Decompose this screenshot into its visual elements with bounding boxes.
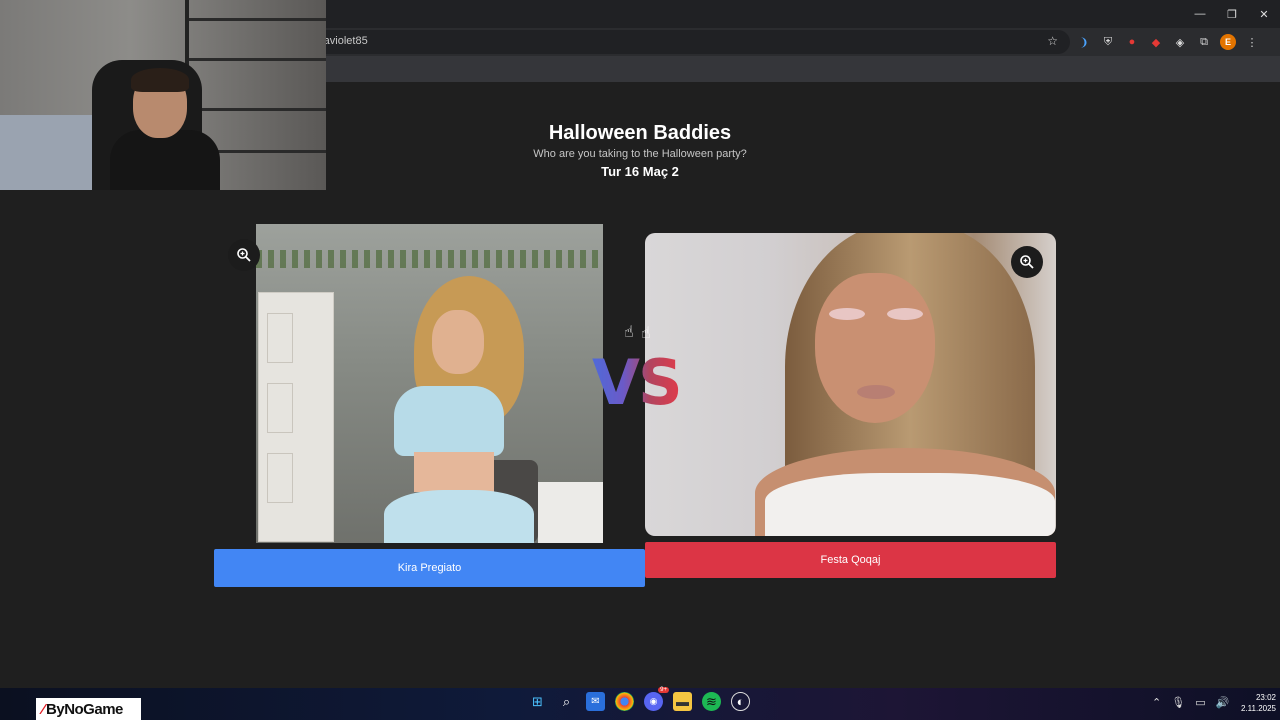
taskbar-clock[interactable]: 23:02 2.11.2025 bbox=[1226, 692, 1276, 714]
discord-icon[interactable]: ◉ 9+ bbox=[644, 687, 669, 711]
display-icon[interactable]: ▭ bbox=[1195, 696, 1205, 709]
zoom-right-button[interactable] bbox=[1011, 246, 1043, 278]
bed-background bbox=[0, 115, 95, 190]
zoom-in-icon bbox=[237, 248, 251, 262]
diamond-extension-icon[interactable]: ◈ bbox=[1172, 34, 1188, 50]
right-contestant-photo[interactable] bbox=[645, 233, 1056, 536]
vs-label: VS bbox=[592, 346, 683, 419]
file-explorer-icon[interactable]: ▬ bbox=[673, 692, 692, 711]
microphone-icon[interactable]: 🎙 bbox=[1171, 696, 1185, 709]
menu-kebab-icon[interactable]: ⋮ bbox=[1244, 34, 1260, 50]
left-contestant-figure bbox=[374, 276, 544, 543]
vote-left-button[interactable]: Kira Pregiato bbox=[214, 549, 645, 587]
tray-expand-icon[interactable]: ⌃ bbox=[1152, 696, 1161, 709]
profile-avatar[interactable]: E bbox=[1220, 34, 1236, 50]
puzzle-extensions-icon[interactable]: ⧉ bbox=[1196, 34, 1212, 50]
system-tray: ⌃ 🎙 ▭ 🔊 bbox=[1152, 696, 1229, 709]
brand-text: ByNoGame bbox=[46, 700, 123, 718]
hand-cursor-icon: ☝ bbox=[624, 324, 634, 341]
dresser-background bbox=[538, 482, 603, 543]
left-contestant-photo[interactable] bbox=[256, 224, 603, 543]
clock-time: 23:02 bbox=[1255, 693, 1276, 702]
clock-date: 2.11.2025 bbox=[1241, 704, 1276, 713]
extension-bar: ❩ ⛨ ● ◆ ◈ ⧉ E ⋮ bbox=[1076, 32, 1260, 52]
outlook-icon[interactable]: ✉ bbox=[586, 692, 605, 711]
shield-extension-icon[interactable]: ⛨ bbox=[1100, 34, 1116, 50]
obs-icon[interactable]: ◐ bbox=[731, 692, 750, 711]
hand-cursor-icon: ☝ bbox=[641, 325, 651, 342]
start-windows-icon[interactable]: ⊞ bbox=[528, 692, 547, 711]
vines-decoration bbox=[256, 250, 603, 268]
webcam-overlay bbox=[0, 0, 326, 190]
door-background bbox=[258, 292, 334, 542]
wifi-extension-icon[interactable]: ❩ bbox=[1076, 34, 1092, 50]
url-text: raviolet85 bbox=[320, 35, 368, 47]
red-extension-icon[interactable]: ● bbox=[1124, 34, 1140, 50]
zoom-in-icon bbox=[1020, 255, 1034, 269]
window-controls: — ❐ ✕ bbox=[1184, 0, 1280, 28]
chrome-icon[interactable] bbox=[615, 692, 634, 711]
vote-right-button[interactable]: Festa Qoqaj bbox=[645, 542, 1056, 578]
close-button[interactable]: ✕ bbox=[1248, 0, 1280, 28]
search-icon[interactable]: ⌕ bbox=[557, 692, 576, 711]
spotify-icon[interactable]: ≋ bbox=[702, 692, 721, 711]
bookmark-star-icon[interactable]: ☆ bbox=[1047, 34, 1058, 48]
minimize-button[interactable]: — bbox=[1184, 0, 1216, 28]
restore-button[interactable]: ❐ bbox=[1216, 0, 1248, 28]
tag-extension-icon[interactable]: ◆ bbox=[1148, 34, 1164, 50]
address-bar[interactable]: raviolet85 ☆ bbox=[310, 30, 1070, 54]
discord-badge: 9+ bbox=[658, 687, 669, 693]
taskbar-apps: ⊞ ⌕ ✉ ◉ 9+ ▬ ≋ ◐ bbox=[528, 687, 750, 711]
brand-logo: ⁄ ByNoGame bbox=[36, 698, 141, 720]
zoom-left-button[interactable] bbox=[228, 239, 260, 271]
right-contestant-figure bbox=[755, 233, 1055, 536]
brand-mark-icon: ⁄ bbox=[42, 700, 45, 718]
